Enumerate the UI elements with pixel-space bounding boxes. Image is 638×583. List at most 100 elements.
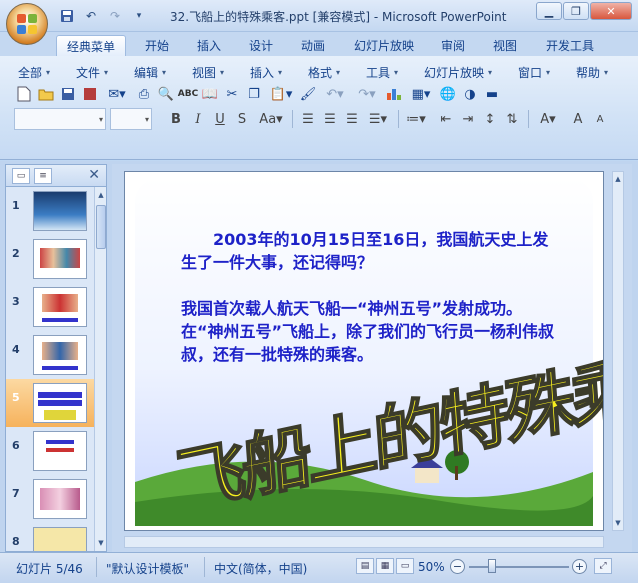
bullets-icon[interactable]: ≔▾ [402,109,430,129]
decrease-indent-icon[interactable]: ⇤ [436,109,456,129]
thumbnail-row[interactable]: 8 [6,523,94,551]
menu-format[interactable]: 格式 ▾ [308,62,340,82]
close-panel-icon[interactable]: ✕ [88,167,100,183]
theme-name[interactable]: "默认设计模板" [106,560,189,577]
outline-tab-icon[interactable]: ≡ [34,168,52,184]
cut-icon[interactable]: ✂ [222,84,242,104]
editor-horizontal-scrollbar[interactable] [124,536,604,548]
menu-window[interactable]: 窗口 ▾ [518,62,550,82]
grow-font-icon[interactable]: A [568,109,588,129]
spelling-icon[interactable]: ABC [178,84,198,104]
thumbnail-row[interactable]: 1 [6,187,94,235]
align-justify-icon[interactable]: ☰▾ [364,109,392,129]
normal-view-icon[interactable]: ▤ [356,558,374,574]
shrink-font-icon[interactable]: A [590,109,610,129]
new-icon[interactable] [14,84,34,104]
separator [96,557,97,577]
slide-canvas[interactable]: 2003年的10月15日至16日，我国航天史上发生了一件大事，还记得吗？ 我国首… [124,171,604,531]
tab-review[interactable]: 审阅 [432,35,474,56]
tab-home[interactable]: 开始 [136,35,178,56]
fit-to-window-icon[interactable]: ⤢ [594,558,612,574]
copy-icon[interactable]: ❐ [244,84,264,104]
tab-developer[interactable]: 开发工具 [538,35,602,56]
undo-icon[interactable]: ↶ [82,7,100,25]
bold-button[interactable]: B [166,109,186,129]
zoom-out-icon[interactable]: − [450,559,465,574]
slideshow-view-icon[interactable]: ▭ [396,558,414,574]
font-color-icon[interactable]: A▾ [534,109,562,129]
permission-icon[interactable] [80,84,100,104]
italic-button[interactable]: I [188,109,208,129]
menu-slideshow[interactable]: 幻灯片放映 ▾ [424,62,492,82]
menu-tools[interactable]: 工具 ▾ [366,62,398,82]
email-icon[interactable]: ✉▾ [102,84,132,104]
align-center-icon[interactable]: ☰ [320,109,340,129]
scroll-up-icon[interactable]: ▲ [96,189,106,201]
tab-view[interactable]: 视图 [484,35,526,56]
slide-view-icon[interactable]: ▬ [482,84,502,104]
color-grayscale-icon[interactable]: ◑ [460,84,480,104]
editor-vertical-scrollbar[interactable]: ▲ ▼ [612,171,624,531]
undo-toolbar-icon[interactable]: ↶▾ [320,84,350,104]
shadow-button[interactable]: S [232,109,252,129]
redo-toolbar-icon[interactable]: ↷▾ [352,84,382,104]
menu-help[interactable]: 帮助 ▾ [576,62,608,82]
tab-insert[interactable]: 插入 [188,35,230,56]
line-spacing-icon[interactable]: ↕ [480,109,500,129]
thumbnail-image [33,527,87,551]
customize-icon[interactable]: ▾ [130,7,148,25]
scroll-thumb[interactable] [96,205,106,249]
menu-insert[interactable]: 插入 ▾ [250,62,282,82]
align-left-icon[interactable]: ☰ [298,109,318,129]
scroll-up-icon[interactable]: ▲ [613,173,623,185]
zoom-level[interactable]: 50% [418,560,445,574]
increase-indent-icon[interactable]: ⇥ [458,109,478,129]
print-icon[interactable]: ⎙ [134,84,154,104]
tab-design[interactable]: 设计 [240,35,282,56]
zoom-in-icon[interactable]: + [572,559,587,574]
table-icon[interactable]: ▦▾ [406,84,436,104]
thumbnail-row-selected[interactable]: 5 [6,379,94,427]
thumbnail-row[interactable]: 7 [6,475,94,523]
hyperlink-icon[interactable]: 🌐 [438,84,458,104]
tab-classic-menu[interactable]: 经典菜单 [56,35,126,56]
language[interactable]: 中文(简体，中国) [214,560,307,577]
menu-view[interactable]: 视图 ▾ [192,62,224,82]
underline-button[interactable]: U [210,109,230,129]
tab-animation[interactable]: 动画 [292,35,334,56]
thumbnail-row[interactable]: 2 [6,235,94,283]
menu-all[interactable]: 全部 ▾ [18,62,50,82]
close-icon[interactable]: ✕ [590,2,632,20]
save-file-icon[interactable] [58,84,78,104]
save-icon[interactable] [58,7,76,25]
redo-icon[interactable]: ↷ [106,7,124,25]
office-button[interactable] [6,3,48,45]
text-direction-icon[interactable]: ⇅ [502,109,522,129]
open-icon[interactable] [36,84,56,104]
print-preview-icon[interactable]: 🔍 [156,84,176,104]
thumbnail-row[interactable]: 4 [6,331,94,379]
thumbnails-scrollbar[interactable]: ▲ ▼ [94,187,106,551]
scroll-down-icon[interactable]: ▼ [613,517,623,529]
research-icon[interactable]: 📖 [200,84,220,104]
change-case-button[interactable]: Aa▾ [256,109,286,129]
restore-icon[interactable]: ❐ [563,2,589,20]
zoom-slider-knob[interactable] [488,559,496,573]
slide-sorter-view-icon[interactable]: ▦ [376,558,394,574]
font-size-combo[interactable]: ▾ [110,108,152,130]
thumbnail-row[interactable]: 6 [6,427,94,475]
font-name-combo[interactable]: ▾ [14,108,106,130]
thumbnail-row[interactable]: 3 [6,283,94,331]
format-painter-icon[interactable]: 🖌 [298,84,318,104]
minimize-icon[interactable]: ▁ [536,2,562,20]
menu-edit[interactable]: 编辑 ▾ [134,62,166,82]
chart-icon[interactable] [384,84,404,104]
paragraph-2: 我国首次载人航天飞船一“神州五号”发射成功。在“神州五号”飞船上，除了我们的飞行… [181,299,555,364]
zoom-slider[interactable] [469,566,569,568]
menu-file[interactable]: 文件 ▾ [76,62,108,82]
tab-slideshow[interactable]: 幻灯片放映 [346,35,422,56]
align-right-icon[interactable]: ☰ [342,109,362,129]
paste-icon[interactable]: 📋▾ [266,84,296,104]
slides-tab-icon[interactable]: ▭ [12,168,30,184]
scroll-down-icon[interactable]: ▼ [96,537,106,549]
